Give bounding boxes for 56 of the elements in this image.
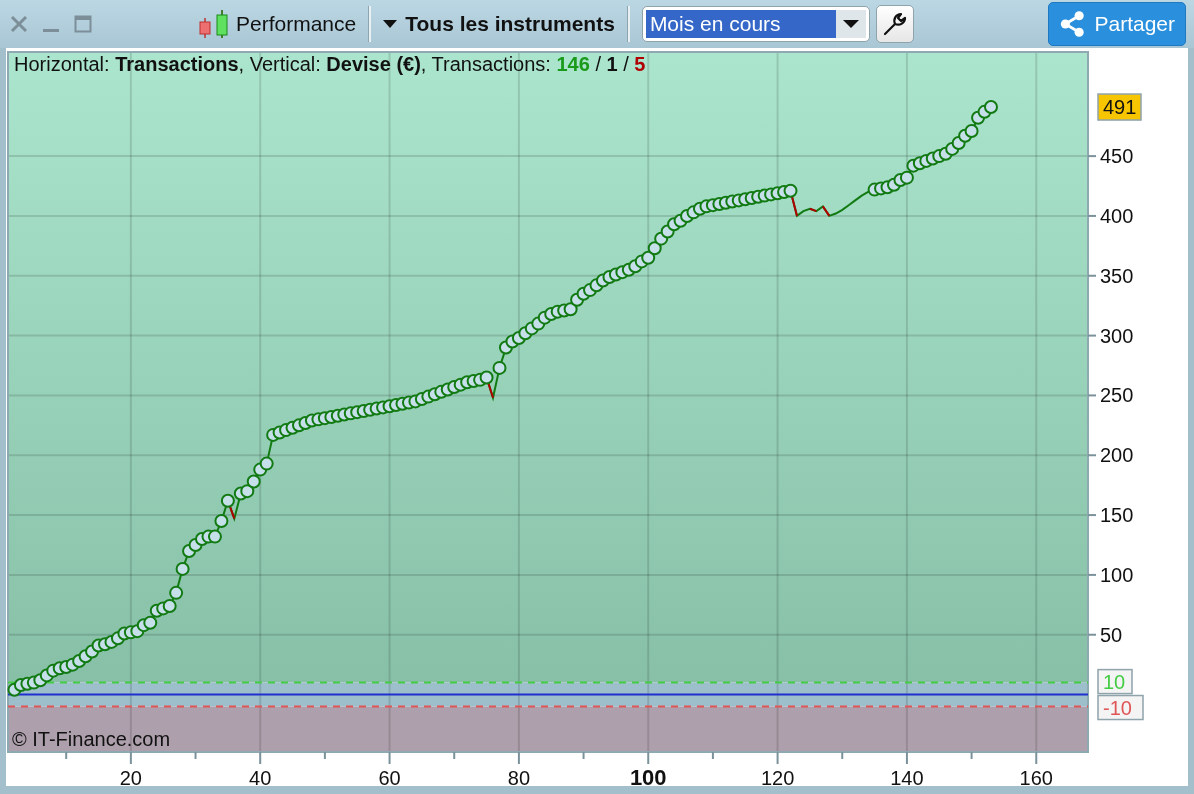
axis-label: 300: [1100, 324, 1134, 347]
view-title: Performance: [236, 12, 357, 36]
data-point: [175, 561, 190, 576]
data-point: [563, 302, 578, 317]
data-point: [220, 493, 235, 508]
close-icon[interactable]: [8, 13, 30, 35]
period-dropdown[interactable]: Mois en cours: [641, 6, 870, 42]
data-point: [143, 615, 158, 630]
data-point: [899, 170, 914, 185]
data-point: [783, 183, 798, 198]
data-point: [641, 250, 656, 265]
data-point: [964, 123, 979, 138]
axis-label: 400: [1100, 204, 1134, 227]
data-point: [214, 514, 229, 529]
copyright-text: © IT-Finance.com: [12, 728, 171, 751]
last-value-badge: 491: [1097, 93, 1142, 121]
share-icon: [1059, 9, 1087, 39]
caret-icon: [383, 19, 398, 29]
data-point: [259, 456, 274, 471]
share-button[interactable]: Partager: [1048, 2, 1186, 46]
maximize-icon[interactable]: [72, 13, 94, 35]
wrench-icon: [881, 11, 908, 37]
axis-label: 80: [507, 767, 530, 786]
instrument-dropdown[interactable]: Tous les instruments: [383, 12, 615, 36]
axis-label: 160: [1019, 767, 1053, 786]
axis-label: 50: [1100, 623, 1123, 646]
data-point: [162, 599, 177, 613]
axis-label: 140: [890, 767, 924, 786]
axis-label: 200: [1100, 444, 1134, 467]
axis-label: 250: [1100, 384, 1134, 407]
data-point: [207, 529, 222, 544]
chart-legend: Horizontal: Transactions, Vertical: Devise (€), Transactions: 146 / 1 / 5: [14, 53, 646, 76]
axis-label: 40: [249, 767, 272, 786]
axis-label: 150: [1100, 504, 1134, 527]
caret-icon: [842, 19, 859, 29]
candlestick-icon: [198, 8, 230, 40]
data-point: [647, 241, 662, 256]
threshold-badge: 10: [1097, 668, 1133, 695]
axis-label: 450: [1100, 145, 1134, 168]
axis-label: 350: [1100, 264, 1134, 287]
data-point: [479, 370, 494, 385]
axis-label: 20: [119, 767, 142, 786]
data-point: [240, 484, 255, 499]
axis-label: 100: [1100, 563, 1134, 586]
data-point: [246, 474, 261, 489]
axis-label: 60: [378, 767, 401, 786]
loss-segment: [808, 207, 818, 213]
ref-line-label: -10: [1103, 696, 1132, 719]
axis-label: 120: [760, 767, 795, 786]
data-point: [169, 585, 184, 600]
wrench-button[interactable]: [875, 5, 914, 43]
data-point: [492, 360, 507, 375]
axis-label: 100: [629, 765, 667, 786]
ref-line-label: 10: [1103, 670, 1126, 693]
threshold-badge: -10: [1097, 694, 1144, 721]
loss-segment: [821, 205, 831, 217]
